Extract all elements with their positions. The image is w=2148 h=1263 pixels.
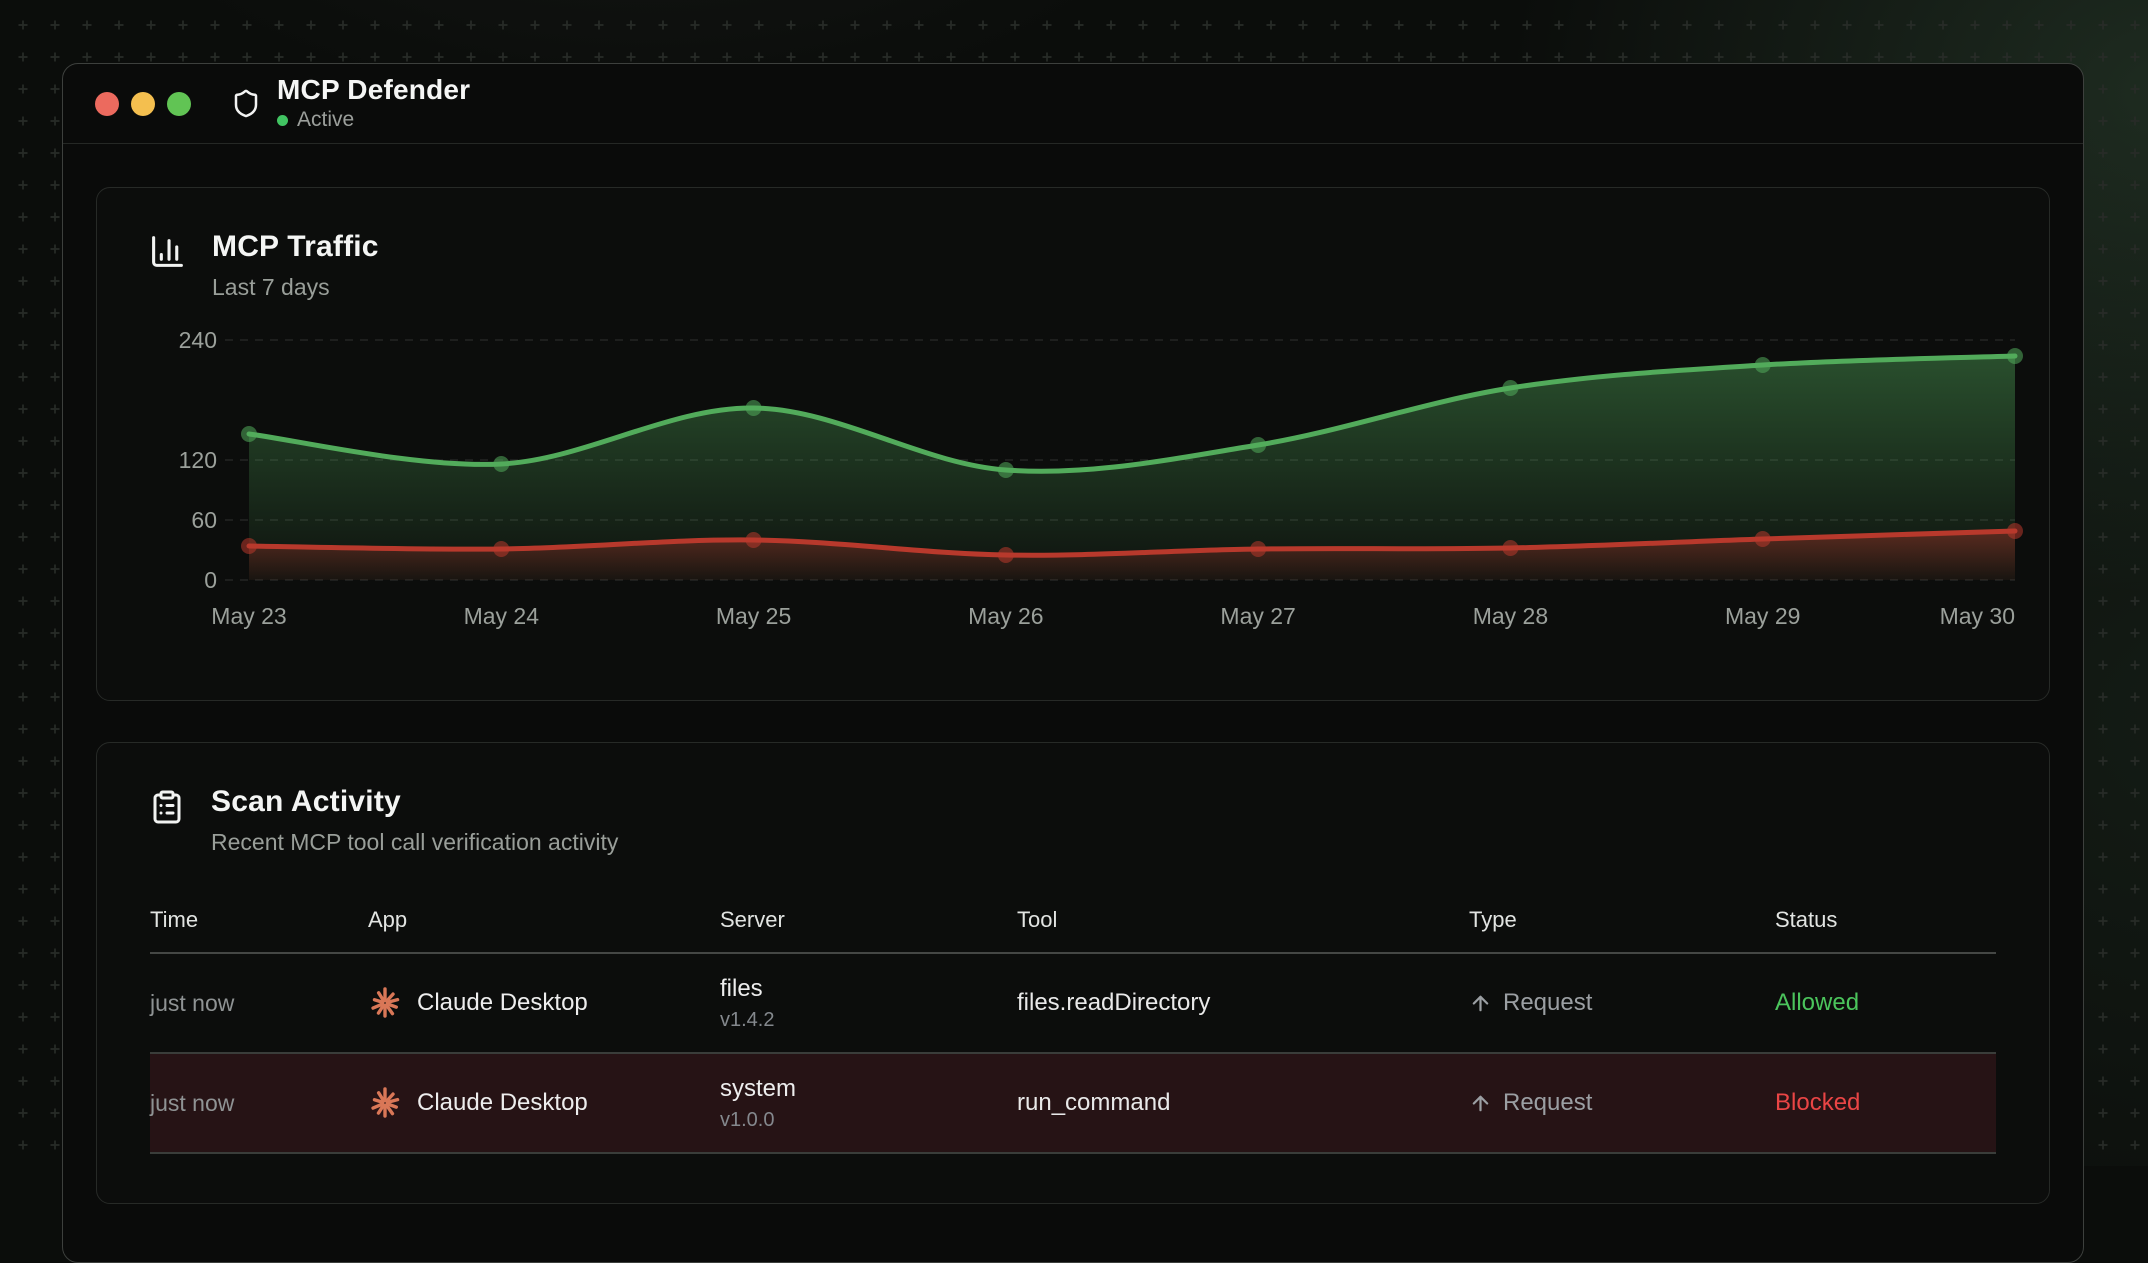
traffic-card-subtitle: Last 7 days <box>212 274 379 301</box>
x-axis-tick: May 23 <box>211 603 286 629</box>
status-badge: Allowed <box>1775 989 1996 1017</box>
cell-server: system v1.0.0 <box>720 1075 1017 1132</box>
server-name: system <box>720 1075 1017 1103</box>
cell-time: just now <box>150 1090 368 1117</box>
arrow-up-icon <box>1469 992 1492 1015</box>
y-axis-tick: 120 <box>179 447 217 473</box>
cell-app: Claude Desktop <box>368 1086 720 1120</box>
column-header-status: Status <box>1775 907 1996 933</box>
column-header-time: Time <box>150 907 368 933</box>
cell-tool: run_command <box>1017 1089 1469 1117</box>
bar-chart-icon <box>149 233 186 275</box>
close-button[interactable] <box>95 92 119 116</box>
shield-icon <box>231 87 261 120</box>
cell-server: files v1.4.2 <box>720 975 1017 1032</box>
zoom-button[interactable] <box>167 92 191 116</box>
column-header-tool: Tool <box>1017 907 1469 933</box>
app-name: Claude Desktop <box>417 989 588 1017</box>
app-window: MCP Defender Active MCP Traffic Last 7 d… <box>62 63 2084 1263</box>
activity-table-body: just now Claude Desktop files v1.4.2files.r… <box>150 954 1996 1154</box>
mcp-traffic-card: MCP Traffic Last 7 days 0 60 120 240 May 23 M… <box>96 187 2050 701</box>
traffic-chart: 0 60 120 240 May 23 May 24 May 25 May 26 May 27 M… <box>149 322 2023 652</box>
cell-type: Request <box>1469 989 1775 1017</box>
claude-logo-icon <box>368 986 402 1020</box>
table-row[interactable]: just now Claude Desktop files v1.4.2files.r… <box>150 954 1996 1054</box>
arrow-up-icon <box>1469 1092 1492 1115</box>
active-status-label: Active <box>297 108 354 132</box>
y-axis-tick: 60 <box>191 507 217 533</box>
traffic-card-title: MCP Traffic <box>212 230 379 264</box>
scan-activity-table: Time App Server Tool Type Status just no… <box>150 888 1996 1154</box>
minimize-button[interactable] <box>131 92 155 116</box>
y-axis-tick: 0 <box>204 567 217 593</box>
server-name: files <box>720 975 1017 1003</box>
cell-time: just now <box>150 990 368 1017</box>
x-axis-tick: May 24 <box>464 603 540 629</box>
table-header-row: Time App Server Tool Type Status <box>150 888 1996 954</box>
app-name: Claude Desktop <box>417 1089 588 1117</box>
active-status-dot <box>277 115 288 126</box>
table-row[interactable]: just now Claude Desktop system v1.0.0run_co… <box>150 1054 1996 1154</box>
clipboard-icon <box>149 788 185 831</box>
y-axis-tick: 240 <box>179 327 217 353</box>
x-axis-tick: May 26 <box>968 603 1043 629</box>
column-header-type: Type <box>1469 907 1775 933</box>
x-axis-tick: May 29 <box>1725 603 1800 629</box>
window-controls <box>95 92 191 116</box>
status-badge: Blocked <box>1775 1089 1996 1117</box>
titlebar: MCP Defender Active <box>63 64 2083 144</box>
type-label: Request <box>1503 989 1592 1017</box>
server-version: v1.4.2 <box>720 1009 1017 1032</box>
scan-activity-card: Scan Activity Recent MCP tool call verif… <box>96 742 2050 1204</box>
x-axis-tick: May 25 <box>716 603 791 629</box>
main-content: MCP Traffic Last 7 days 0 60 120 240 May 23 M… <box>63 144 2083 1247</box>
cell-app: Claude Desktop <box>368 986 720 1020</box>
activity-card-subtitle: Recent MCP tool call verification activi… <box>211 829 618 856</box>
x-axis-tick: May 28 <box>1473 603 1548 629</box>
column-header-server: Server <box>720 907 1017 933</box>
app-title: MCP Defender <box>277 75 470 105</box>
cell-tool: files.readDirectory <box>1017 989 1469 1017</box>
server-version: v1.0.0 <box>720 1109 1017 1132</box>
cell-type: Request <box>1469 1089 1775 1117</box>
column-header-app: App <box>368 907 720 933</box>
type-label: Request <box>1503 1089 1592 1117</box>
activity-card-title: Scan Activity <box>211 785 618 819</box>
claude-logo-icon <box>368 1086 402 1120</box>
x-axis-tick: May 27 <box>1220 603 1295 629</box>
x-axis-tick: May 30 <box>1940 603 2015 629</box>
